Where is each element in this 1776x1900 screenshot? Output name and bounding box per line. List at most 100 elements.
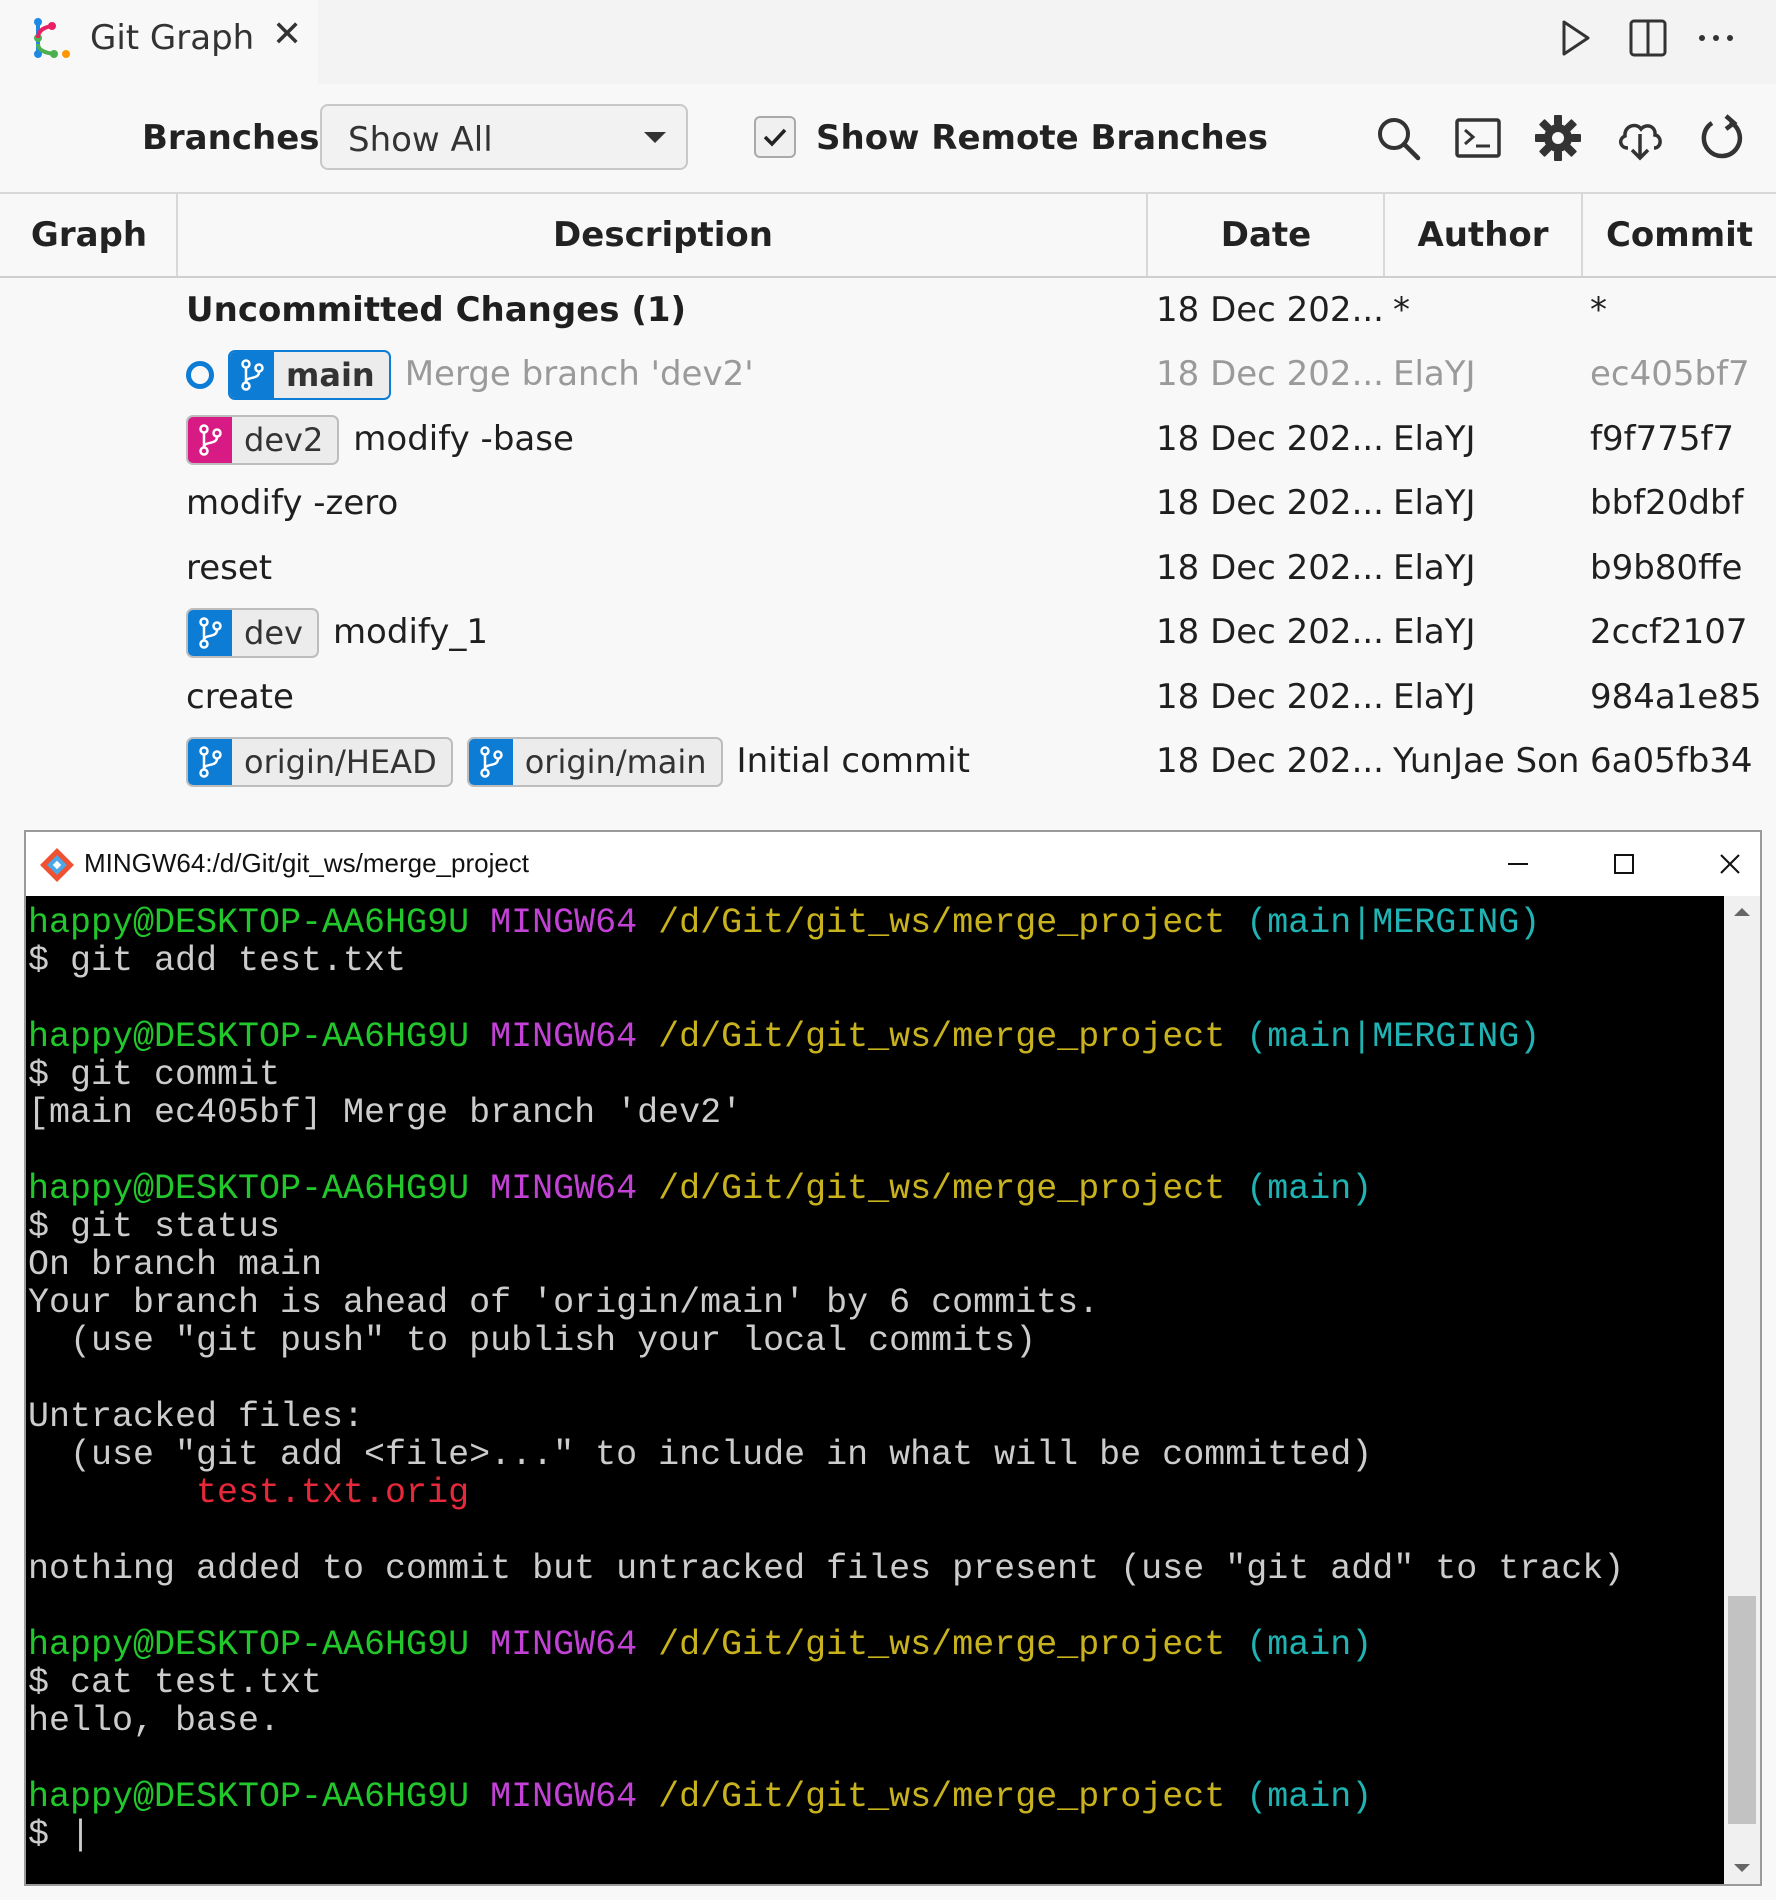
column-header-date[interactable]: Date: [1146, 194, 1384, 276]
close-icon[interactable]: [1708, 842, 1752, 886]
prompt-branch: (main): [1246, 1777, 1373, 1817]
branches-dropdown[interactable]: Show All: [320, 104, 688, 170]
commit-message: modify -base: [353, 419, 574, 459]
prompt-shell: MINGW64: [490, 1017, 638, 1057]
show-remote-branches-label: Show Remote Branches: [816, 118, 1268, 158]
commit-description: dev2 modify -base: [186, 407, 574, 472]
table-row-uncommitted[interactable]: Uncommitted Changes (1) 18 Dec 202... * …: [0, 278, 1776, 343]
cloud-fetch-icon[interactable]: [1614, 112, 1666, 164]
show-remote-branches-checkbox[interactable]: [754, 116, 796, 158]
table-row[interactable]: main Merge branch 'dev2' 18 Dec 202... E…: [0, 342, 1776, 407]
terminal-line: $ git status: [28, 1207, 281, 1247]
commit-date: 18 Dec 202...: [1156, 612, 1384, 652]
run-icon[interactable]: [1550, 14, 1598, 62]
commit-hash: 984a1e85: [1590, 677, 1762, 717]
terminal-line: $ git commit: [28, 1055, 281, 1095]
terminal-line: $ |: [28, 1815, 92, 1855]
column-header-description[interactable]: Description: [176, 194, 1148, 276]
commit-author: ElaYJ: [1393, 419, 1476, 459]
commit-description: main Merge branch 'dev2': [186, 342, 754, 407]
refresh-icon[interactable]: [1696, 112, 1748, 164]
commit-date: 18 Dec 202...: [1156, 419, 1384, 459]
table-row[interactable]: modify -zero 18 Dec 202... ElaYJ bbf20db…: [0, 471, 1776, 536]
column-header-author[interactable]: Author: [1383, 194, 1581, 276]
commit-author: ElaYJ: [1393, 677, 1476, 717]
table-row[interactable]: dev modify_1 18 Dec 202... ElaYJ 2ccf210…: [0, 600, 1776, 665]
prompt-shell: MINGW64: [490, 1625, 638, 1665]
branch-ref-origin-main[interactable]: origin/main: [466, 736, 723, 787]
table-row[interactable]: create 18 Dec 202... ElaYJ 984a1e85: [0, 665, 1776, 730]
commit-message: reset: [186, 548, 273, 588]
table-row[interactable]: reset 18 Dec 202... ElaYJ b9b80ffe: [0, 536, 1776, 601]
branch-ref-dev2[interactable]: dev2: [186, 414, 340, 465]
maximize-icon[interactable]: [1602, 842, 1646, 886]
prompt-user: happy@DESKTOP-AA6HG9U: [28, 1777, 470, 1817]
commit-author: ElaYJ: [1393, 612, 1476, 652]
commit-table-body: Uncommitted Changes (1) 18 Dec 202... * …: [0, 278, 1776, 828]
search-icon[interactable]: [1372, 112, 1424, 164]
branches-dropdown-value: Show All: [348, 120, 493, 160]
prompt-branch: (main): [1246, 1625, 1373, 1665]
prompt-path: /d/Git/git_ws/merge_project: [658, 903, 1226, 943]
branch-ref-origin-head[interactable]: origin/HEAD: [186, 736, 453, 787]
commit-message: modify -zero: [186, 483, 399, 523]
scroll-up-icon[interactable]: [1734, 908, 1750, 916]
commit-date: 18 Dec 202...: [1156, 548, 1384, 588]
commit-hash: ec405bf7: [1590, 354, 1750, 394]
terminal-icon[interactable]: [1452, 112, 1504, 164]
commit-description: create: [186, 665, 294, 730]
terminal-prompt-line: happy@DESKTOP-AA6HG9U MINGW64 /d/Git/git…: [28, 1018, 1728, 1056]
column-header-commit[interactable]: Commit: [1581, 194, 1776, 276]
close-icon[interactable]: ✕: [272, 14, 302, 55]
branch-icon: [188, 416, 232, 463]
branch-icon: [230, 351, 274, 398]
terminal-output[interactable]: happy@DESKTOP-AA6HG9U MINGW64 /d/Git/git…: [28, 904, 1728, 1884]
git-bash-icon: [40, 848, 74, 882]
terminal-line: Your branch is ahead of 'origin/main' by…: [28, 1283, 1100, 1323]
terminal-line: $ git add test.txt: [28, 941, 407, 981]
commit-description: origin/HEAD origin/main Initial commit: [186, 729, 970, 794]
commit-hash: b9b80ffe: [1590, 548, 1743, 588]
prompt-shell: MINGW64: [490, 1777, 638, 1817]
table-row[interactable]: origin/HEAD origin/main Initial commit 1…: [0, 729, 1776, 794]
terminal-scrollbar[interactable]: [1724, 896, 1760, 1884]
commit-hash: 6a05fb34: [1590, 741, 1753, 781]
head-indicator-icon: [186, 360, 214, 389]
gear-icon[interactable]: [1532, 112, 1584, 164]
column-header-graph[interactable]: Graph: [0, 194, 178, 276]
commit-hash: 2ccf2107: [1590, 612, 1748, 652]
table-row[interactable]: dev2 modify -base 18 Dec 202... ElaYJ f9…: [0, 407, 1776, 472]
split-editor-icon[interactable]: [1624, 14, 1672, 62]
prompt-user: happy@DESKTOP-AA6HG9U: [28, 1169, 470, 1209]
commit-author: *: [1393, 290, 1410, 330]
commit-description: Uncommitted Changes (1): [186, 290, 687, 330]
terminal-titlebar[interactable]: MINGW64:/d/Git/git_ws/merge_project: [26, 832, 1760, 896]
more-icon[interactable]: [1692, 14, 1740, 62]
minimize-icon[interactable]: [1496, 842, 1540, 886]
branch-ref-label: origin/HEAD: [244, 742, 437, 781]
terminal-prompt-line: happy@DESKTOP-AA6HG9U MINGW64 /d/Git/git…: [28, 1170, 1728, 1208]
scrollbar-thumb[interactable]: [1728, 1596, 1756, 1824]
tab-git-graph[interactable]: Git Graph ✕: [0, 0, 318, 84]
prompt-branch: (main|MERGING): [1246, 1017, 1541, 1057]
commit-author: ElaYJ: [1393, 354, 1476, 394]
branch-ref-label: dev2: [244, 420, 324, 459]
terminal-line: nothing added to commit but untracked fi…: [28, 1549, 1625, 1589]
commit-author: ElaYJ: [1393, 548, 1476, 588]
terminal-window[interactable]: MINGW64:/d/Git/git_ws/merge_project happ…: [24, 830, 1762, 1886]
branch-ref-main[interactable]: main: [228, 349, 391, 400]
terminal-line: hello, base.: [28, 1701, 281, 1741]
commit-hash: f9f775f7: [1590, 419, 1735, 459]
terminal-line: (use "git push" to publish your local co…: [28, 1321, 1037, 1361]
terminal-line: [main ec405bf] Merge branch 'dev2': [28, 1093, 743, 1133]
scroll-down-icon[interactable]: [1734, 1864, 1750, 1872]
prompt-path: /d/Git/git_ws/merge_project: [658, 1017, 1226, 1057]
commit-date: 18 Dec 202...: [1156, 290, 1384, 330]
commit-hash: bbf20dbf: [1590, 483, 1744, 523]
branch-ref-dev[interactable]: dev: [186, 607, 319, 658]
